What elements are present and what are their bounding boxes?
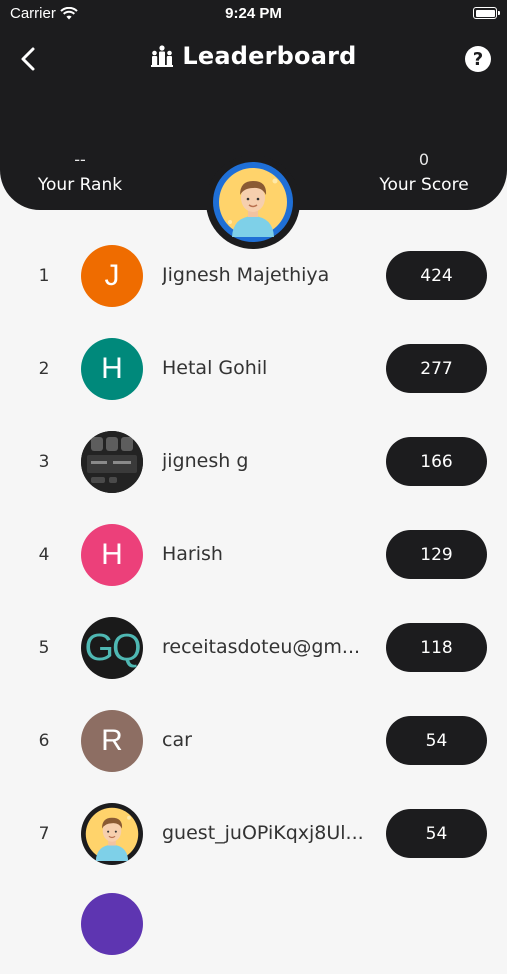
help-button[interactable]: ?: [465, 46, 491, 72]
avatar: R: [81, 710, 143, 772]
score-value: 277: [420, 358, 453, 379]
rank-number: 4: [38, 545, 50, 565]
leaderboard-row-partial[interactable]: [0, 881, 507, 974]
leaderboard-row[interactable]: 6 R car 54: [0, 695, 507, 788]
avatar-initial: H: [101, 538, 123, 571]
leaderboard-row[interactable]: 4 H Harish 129: [0, 509, 507, 602]
player-name: guest_juOPiKqxj8Ul...: [162, 822, 364, 844]
page-title: Leaderboard: [182, 42, 357, 70]
avatar: [81, 431, 143, 493]
score-value: 54: [425, 730, 448, 751]
rank-number: 6: [38, 731, 50, 751]
your-score-stat: 0 Your Score: [349, 150, 499, 195]
leaderboard-row[interactable]: 3 jignesh g 166: [0, 416, 507, 509]
avatar-initial: H: [101, 352, 123, 385]
avatar: H: [81, 524, 143, 586]
your-score-label: Your Score: [379, 175, 469, 195]
avatar-initial: R: [101, 724, 123, 757]
player-name: Hetal Gohil: [162, 357, 268, 379]
score-value: 424: [420, 265, 453, 286]
leaderboard-row[interactable]: 7 guest_juOPiKqxj8Ul... 54: [0, 788, 507, 881]
avatar: [81, 803, 143, 865]
rank-number: 3: [38, 452, 50, 472]
your-score-value: 0: [418, 150, 430, 169]
title-group: Leaderboard: [0, 42, 507, 70]
user-avatar-illustration: [219, 168, 287, 237]
score-badge: 166: [386, 437, 487, 486]
player-name: receitasdoteu@gm...: [162, 636, 361, 658]
avatar: J: [81, 245, 143, 307]
score-badge: 277: [386, 344, 487, 393]
score-value: 129: [420, 544, 453, 565]
score-value: 118: [420, 637, 453, 658]
avatar: GQ: [81, 617, 143, 679]
avatar: [81, 893, 143, 955]
photo-thumbnail-icon: [81, 431, 143, 493]
your-rank-stat: -- Your Rank: [5, 150, 155, 195]
avatar-initial: J: [104, 259, 120, 292]
score-value: 54: [425, 823, 448, 844]
podium-people-icon: [151, 45, 174, 67]
leaderboard-row[interactable]: 2 H Hetal Gohil 277: [0, 323, 507, 416]
avatar: H: [81, 338, 143, 400]
score-badge: 54: [386, 716, 487, 765]
user-avatar-illustration: [85, 807, 139, 861]
avatar-logo-text: GQ: [84, 626, 141, 669]
player-name: car: [162, 729, 192, 751]
score-badge: 118: [386, 623, 487, 672]
status-bar: Carrier 9:24 PM: [0, 0, 507, 28]
rank-number: 1: [38, 266, 50, 286]
battery-icon: [473, 7, 500, 19]
player-name: Jignesh Majethiya: [162, 264, 330, 286]
score-badge: 54: [386, 809, 487, 858]
rank-number: 5: [38, 638, 50, 658]
rank-number: 2: [38, 359, 50, 379]
score-value: 166: [420, 451, 453, 472]
your-rank-label: Your Rank: [37, 175, 123, 195]
score-badge: 129: [386, 530, 487, 579]
help-icon: ?: [472, 48, 484, 70]
player-name: Harish: [162, 543, 223, 565]
player-name: jignesh g: [162, 450, 249, 472]
leaderboard-row[interactable]: 1 J Jignesh Majethiya 424: [0, 230, 507, 323]
score-badge: 424: [386, 251, 487, 300]
leaderboard-row[interactable]: 5 GQ receitasdoteu@gm... 118: [0, 602, 507, 695]
rank-number: 7: [38, 824, 50, 844]
status-time: 9:24 PM: [225, 5, 282, 22]
your-rank-value: --: [74, 150, 86, 169]
